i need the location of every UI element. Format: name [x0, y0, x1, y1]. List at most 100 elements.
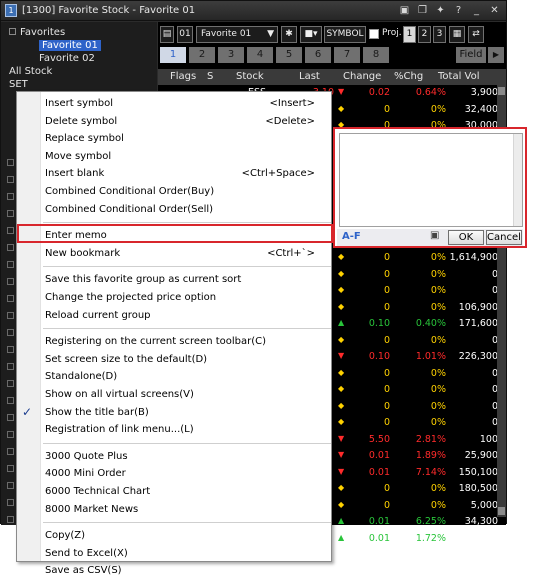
tree-expander-icon[interactable] — [7, 414, 14, 421]
page-tab-6[interactable]: 6 — [305, 47, 331, 63]
field-arrow-icon[interactable]: ▶ — [488, 47, 504, 63]
help-icon[interactable]: ? — [451, 3, 466, 18]
memo-textarea[interactable] — [339, 133, 523, 227]
page-tab-5[interactable]: 5 — [276, 47, 302, 63]
menu-item[interactable]: 3000 Quote Plus — [45, 448, 329, 465]
field-button[interactable]: Field — [456, 47, 486, 63]
cell-vol: 0 — [491, 285, 498, 296]
menu-item[interactable]: Insert symbol <Insert> — [45, 95, 329, 112]
menu-item[interactable]: Insert blank <Ctrl+Space> — [45, 165, 329, 182]
memo-filter-label[interactable]: A-F — [342, 231, 361, 242]
tree-expander-icon[interactable] — [7, 278, 14, 285]
cell-vol: 34,300 — [464, 516, 498, 527]
page-button-2[interactable]: 2 — [418, 26, 431, 43]
page-tab-2[interactable]: 2 — [189, 47, 215, 63]
column-header[interactable]: Flags — [170, 71, 196, 82]
tree-expander-icon[interactable] — [7, 482, 14, 489]
menu-item[interactable]: Registration of link menu...(L) — [45, 421, 329, 438]
menu-item[interactable]: Send to Excel(X) — [45, 545, 329, 562]
memo-scrollbar[interactable] — [513, 134, 522, 226]
column-header[interactable]: Change — [343, 71, 381, 82]
tree-expander-icon[interactable] — [7, 244, 14, 251]
tree-item[interactable]: Favorite 02 — [39, 53, 95, 64]
grid-layout-icon[interactable]: ▦ — [449, 26, 465, 43]
tree-expander-icon[interactable] — [7, 380, 14, 387]
cell-change: 0 — [383, 499, 390, 511]
tree-expander-icon[interactable] — [7, 176, 14, 183]
menu-item[interactable]: Delete symbol <Delete> — [45, 113, 329, 130]
column-header[interactable]: Last — [299, 71, 320, 82]
proj-checkbox[interactable] — [369, 29, 379, 39]
scroll-up-arrow[interactable] — [498, 87, 505, 95]
close-icon[interactable]: ✕ — [487, 3, 502, 18]
calendar-icon[interactable]: ▣ — [430, 230, 443, 243]
tree-expander-icon[interactable] — [7, 465, 14, 472]
tree-item[interactable]: Favorites — [9, 27, 65, 38]
group-select[interactable]: Favorite 01 ▼ — [196, 26, 278, 43]
column-header[interactable]: S — [207, 71, 213, 82]
menu-item[interactable]: Copy(Z) — [45, 527, 329, 544]
menu-item[interactable]: 8000 Market News — [45, 501, 329, 518]
refresh-icon[interactable]: ⇄ — [468, 26, 484, 43]
tree-expander-icon[interactable] — [7, 397, 14, 404]
tree-expander-icon[interactable] — [7, 312, 14, 319]
pin-icon[interactable]: ✦ — [433, 3, 448, 18]
page-button-1[interactable]: 1 — [403, 26, 416, 43]
tree-expander-icon[interactable] — [7, 193, 14, 200]
title-bar[interactable]: 1 [1300] Favorite Stock - Favorite 01 ▣ ❐… — [1, 1, 506, 21]
tree-expander-icon[interactable] — [7, 516, 14, 523]
group-icon[interactable]: ▤ — [160, 26, 174, 43]
menu-item[interactable]: Change the projected price option — [45, 289, 329, 306]
menu-item[interactable]: Combined Conditional Order(Buy) — [45, 183, 329, 200]
tree-item[interactable]: Favorite 01 — [39, 40, 101, 51]
column-header[interactable]: Stock — [236, 71, 264, 82]
expand-box-icon[interactable] — [9, 28, 16, 35]
page-tab-4[interactable]: 4 — [247, 47, 273, 63]
copy-icon[interactable]: ❐ — [415, 3, 430, 18]
tree-expander-icon[interactable] — [7, 363, 14, 370]
menu-item[interactable]: Reload current group — [45, 307, 329, 324]
tree-expander-icon[interactable] — [7, 227, 14, 234]
cancel-button[interactable]: Cancel — [486, 230, 522, 245]
menu-item[interactable]: Show the title bar(B) — [45, 404, 329, 421]
gear-icon[interactable]: ✱ — [281, 26, 297, 43]
menu-item[interactable]: New bookmark <Ctrl+`> — [45, 245, 329, 262]
menu-item[interactable]: Set screen size to the default(D) — [45, 351, 329, 368]
tree-expander-icon[interactable] — [7, 431, 14, 438]
symbol-button[interactable]: SYMBOL — [324, 26, 366, 43]
page-tab-3[interactable]: 3 — [218, 47, 244, 63]
page-button-3[interactable]: 3 — [433, 26, 446, 43]
minimize-icon[interactable]: _ — [469, 3, 484, 18]
menu-item[interactable]: Save this favorite group as current sort — [45, 271, 329, 288]
tree-expander-icon[interactable] — [7, 159, 14, 166]
symbol-mode-dropdown[interactable]: ■▾ — [300, 26, 322, 43]
scroll-down-arrow[interactable] — [498, 507, 505, 515]
tree-expander-icon[interactable] — [7, 329, 14, 336]
menu-item[interactable]: Combined Conditional Order(Sell) — [45, 201, 329, 218]
tree-item[interactable]: SET — [9, 79, 28, 90]
cell-pct: 0% — [430, 417, 446, 428]
tree-expander-icon[interactable] — [7, 261, 14, 268]
tree-expander-icon[interactable] — [7, 210, 14, 217]
group-number[interactable]: 01 — [177, 26, 193, 43]
tree-item[interactable]: All Stock — [9, 66, 52, 77]
menu-item[interactable]: Show on all virtual screens(V) — [45, 386, 329, 403]
tree-expander-icon[interactable] — [7, 295, 14, 302]
column-header[interactable]: %Chg — [394, 71, 423, 82]
page-tab-7[interactable]: 7 — [334, 47, 360, 63]
menu-item[interactable]: 6000 Technical Chart — [45, 483, 329, 500]
menu-item[interactable]: 4000 Mini Order — [45, 465, 329, 482]
page-tab-8[interactable]: 8 — [363, 47, 389, 63]
menu-item[interactable]: Standalone(D) — [45, 368, 329, 385]
ok-button[interactable]: OK — [448, 230, 484, 245]
tree-expander-icon[interactable] — [7, 499, 14, 506]
page-tab-1[interactable]: 1 — [160, 47, 186, 63]
menu-item[interactable]: Move symbol — [45, 148, 329, 165]
column-header[interactable]: Total Vol — [438, 71, 480, 82]
screen-icon[interactable]: ▣ — [397, 3, 412, 18]
menu-item[interactable]: Registering on the current screen toolba… — [45, 333, 329, 350]
menu-item[interactable]: Save as CSV(S) — [45, 562, 329, 579]
menu-item[interactable]: Replace symbol — [45, 130, 329, 147]
tree-expander-icon[interactable] — [7, 448, 14, 455]
tree-expander-icon[interactable] — [7, 346, 14, 353]
